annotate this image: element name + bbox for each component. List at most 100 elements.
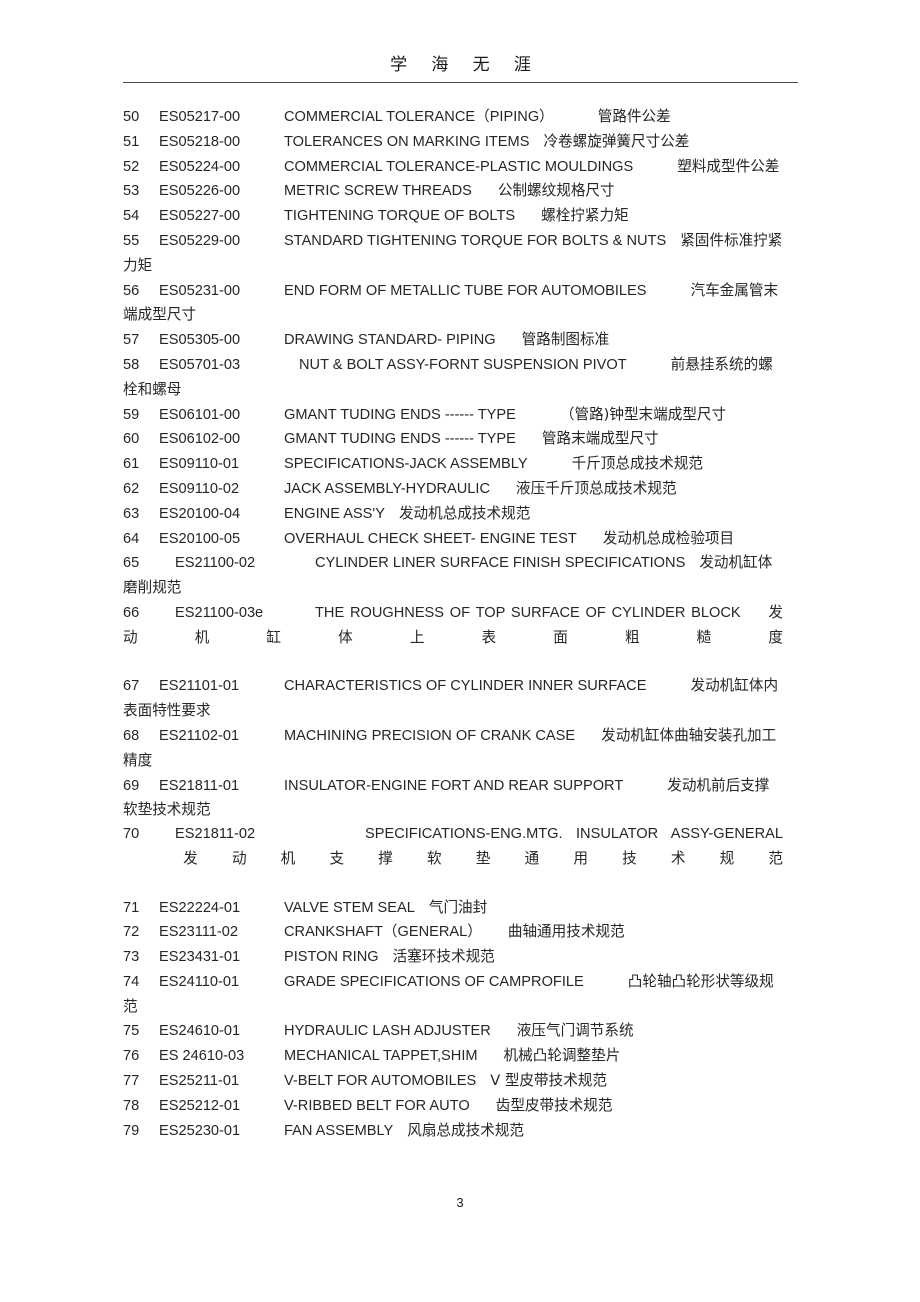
entry-title-cn: 塑料成型件公差 [677, 157, 780, 175]
entry-index: 77 [123, 1073, 140, 1090]
entry-title-en: JACK ASSEMBLY-HYDRAULIC [284, 480, 490, 497]
entry-index: 65 [123, 555, 140, 572]
entry-title-cn: 机械凸轮调整垫片 [503, 1047, 621, 1065]
entry-index: 53 [123, 183, 140, 200]
entry-title-cn: 齿型皮带技术规范 [495, 1096, 613, 1114]
entry-index: 54 [123, 208, 140, 225]
entry-title-en: THE ROUGHNESS OF TOP SURFACE OF CYLINDER… [315, 604, 741, 621]
standard-entry: 54 ES05227-00 TIGHTENING TORQUE OF BOLTS 螺栓… [123, 204, 783, 229]
entry-title-cn: 气门油封 [428, 898, 488, 916]
entry-title-cn: V 型皮带技术规范 [490, 1072, 607, 1090]
entry-title-en: NUT & BOLT ASSY-FORNT SUSPENSION PIVOT [299, 356, 627, 373]
entry-title-en: V-BELT FOR AUTOMOBILES [284, 1073, 477, 1090]
entry-title-en: MECHANICAL TAPPET,SHIM [284, 1048, 478, 1065]
entry-index: 66 [123, 604, 140, 621]
document-page: 学 海 无 涯 50 ES05217-00 COMMERCIAL TOLERANCE… [0, 0, 920, 1302]
entry-code: ES05217-00 [159, 109, 241, 125]
entry-code: ES21100-03e [175, 604, 264, 621]
entry-code: ES05224-00 [159, 158, 241, 175]
standard-entry: 71 ES22224-01 VALVE STEM SEAL 气门油封 [123, 896, 783, 921]
entry-title-cn: 风扇总成技术规范 [407, 1121, 524, 1139]
entry-code: ES05701-03 [159, 356, 241, 373]
entry-title-cn: 管路制图标准 [521, 331, 610, 349]
entry-code: ES25212-01 [159, 1097, 241, 1114]
entry-index: 71 [123, 899, 140, 916]
standard-entry: 70 ES21811-02 SPECIFICATIONS-ENG.MTG. INSU… [123, 823, 783, 895]
entry-title-en: END FORM OF METALLIC TUBE FOR AUTOMOBILE… [284, 282, 647, 299]
entry-code: ES05231-00 [159, 282, 241, 299]
entry-title-en: CYLINDER LINER SURFACE FINISH SPECIFICAT… [315, 555, 686, 572]
entry-index: 62 [123, 480, 140, 497]
entry-index: 78 [123, 1097, 140, 1114]
entry-title-en: PISTON RING [284, 949, 379, 966]
standard-entry: 61 ES09110-01 SPECIFICATIONS-JACK ASSEMBLY… [123, 452, 783, 477]
entry-title-cn: 千斤顶总成技术规范 [571, 455, 703, 473]
entry-title-cn: 公制螺纹规格尺寸 [497, 182, 615, 200]
entry-code: ES25211-01 [159, 1073, 240, 1090]
standard-entry: 50 ES05217-00 COMMERCIAL TOLERANCE（PIPING）… [123, 105, 783, 130]
entry-title-cn: 管路件公差 [597, 108, 671, 125]
standard-entry: 76 ES 24610-03 MECHANICAL TAPPET,SHIM 机械凸轮调… [123, 1044, 783, 1069]
entry-code: ES21102-01 [159, 727, 240, 744]
entry-title-en: OVERHAUL CHECK SHEET- ENGINE TEST [284, 530, 577, 547]
standard-entry: 51 ES05218-00 TOLERANCES ON MARKING ITEMS 冷… [123, 130, 783, 155]
entry-index: 57 [123, 332, 140, 349]
entry-index: 55 [123, 232, 140, 249]
entry-index: 64 [123, 530, 140, 547]
entry-index: 52 [123, 158, 140, 175]
entry-title-en: MACHINING PRECISION OF CRANK CASE [284, 727, 576, 744]
entry-code: ES05227-00 [159, 208, 241, 225]
entry-code: ES05226-00 [159, 183, 241, 200]
entry-title-en: COMMERCIAL TOLERANCE-PLASTIC MOULDINGS [284, 158, 634, 175]
entry-code: ES21811-02 [175, 826, 256, 843]
standard-entry: 62 ES09110-02 JACK ASSEMBLY-HYDRAULIC 液压千斤顶… [123, 477, 783, 502]
entry-index: 63 [123, 505, 140, 522]
entry-title-en: HYDRAULIC LASH ADJUSTER [284, 1023, 491, 1040]
entry-index: 68 [123, 727, 140, 744]
header-title: 学 海 无 涯 [390, 55, 541, 74]
entry-title-cn: 曲轴通用技术规范 [507, 923, 625, 941]
entry-title-cn: 发动机支撑软垫通用技术规范 [149, 849, 783, 867]
entry-index: 73 [123, 949, 140, 966]
entry-title-cn: 发动机总成检验项目 [602, 529, 735, 547]
entry-index: 58 [123, 356, 140, 373]
entry-title-en: GMANT TUDING ENDS ------ TYPE [284, 431, 516, 448]
entry-code: ES24110-01 [159, 973, 240, 990]
entry-index: 72 [123, 924, 140, 941]
standard-entry: 66 ES21100-03e THE ROUGHNESS OF TOP SURFAC… [123, 601, 783, 674]
standard-entry: 59 ES06101-00 GMANT TUDING ENDS ------ TYP… [123, 403, 783, 428]
standard-entry: 63 ES20100-04 ENGINE ASS'Y 发动机总成技术规范 [123, 502, 783, 527]
standard-entry: 75 ES24610-01 HYDRAULIC LASH ADJUSTER 液压气门调… [123, 1019, 783, 1044]
entry-code: ES23431-01 [159, 949, 241, 966]
standard-entry: 68 ES21102-01 MACHINING PRECISION OF CRANK… [123, 724, 783, 774]
entry-title-en: V-RIBBED BELT FOR AUTO [284, 1097, 470, 1114]
entry-code: ES22224-01 [159, 899, 241, 916]
entry-index: 59 [123, 406, 140, 423]
entry-title-en: TOLERANCES ON MARKING ITEMS [284, 133, 530, 150]
entry-title-cn: 活塞环技术规范 [392, 948, 495, 966]
entry-index: 76 [123, 1048, 140, 1065]
entry-title-en: CRANKSHAFT（GENERAL） [284, 924, 482, 941]
entry-title-en: GMANT TUDING ENDS ------ TYPE [284, 406, 516, 423]
entry-index: 69 [123, 777, 140, 794]
standard-entry: 60 ES06102-00 GMANT TUDING ENDS ------ TYP… [123, 427, 783, 452]
entry-code: ES21101-01 [159, 678, 240, 695]
standard-entry: 73 ES23431-01 PISTON RING 活塞环技术规范 [123, 945, 783, 970]
entry-index: 60 [123, 431, 140, 448]
entry-title-cn: 冷卷螺旋弹簧尺寸公差 [543, 132, 690, 150]
entry-index: 67 [123, 678, 140, 695]
standard-entry: 67 ES21101-01 CHARACTERISTICS OF CYLINDER … [123, 674, 783, 724]
standards-list: 50 ES05217-00 COMMERCIAL TOLERANCE（PIPING）… [123, 105, 783, 1143]
standard-entry: 57 ES05305-00 DRAWING STANDARD- PIPING 管路制图… [123, 328, 783, 353]
entry-index: 50 [123, 109, 140, 125]
entry-title-en: STANDARD TIGHTENING TORQUE FOR BOLTS & N… [284, 232, 667, 249]
entry-index: 79 [123, 1122, 140, 1139]
entry-index: 75 [123, 1023, 140, 1040]
entry-title-en: METRIC SCREW THREADS [284, 183, 472, 200]
entry-title-en: FAN ASSEMBLY [284, 1122, 394, 1139]
entry-code: ES24610-01 [159, 1023, 241, 1040]
entry-title-cn: 管路末端成型尺寸 [541, 430, 659, 448]
entry-title-cn: （管路)钟型末端成型尺寸 [559, 405, 727, 423]
entry-code: ES 24610-03 [159, 1048, 245, 1065]
entry-title-cn: 发动机总成技术规范 [398, 504, 531, 522]
